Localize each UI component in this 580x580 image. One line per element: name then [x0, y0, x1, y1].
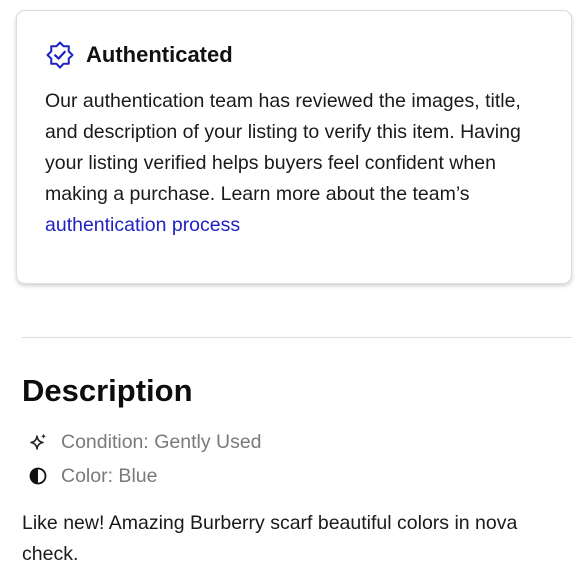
- authentication-header: Authenticated: [45, 39, 233, 71]
- verified-badge-icon: [45, 40, 75, 70]
- authentication-process-link[interactable]: authentication process: [45, 214, 240, 236]
- authentication-card: Authenticated Our authentication team ha…: [16, 10, 572, 284]
- description-heading: Description: [22, 373, 193, 408]
- sparkle-icon: [28, 432, 48, 452]
- half-circle-icon: [28, 466, 48, 486]
- condition-label: Condition: Gently Used: [61, 431, 262, 453]
- section-divider: [22, 337, 572, 338]
- authentication-body-text: Our authentication team has reviewed the…: [45, 90, 521, 205]
- authentication-title: Authenticated: [86, 42, 233, 67]
- color-row: Color: Blue: [28, 463, 157, 489]
- authentication-message: Our authentication team has reviewed the…: [45, 86, 550, 241]
- color-label: Color: Blue: [61, 465, 158, 487]
- condition-row: Condition: Gently Used: [28, 429, 262, 455]
- description-text: Like new! Amazing Burberry scarf beautif…: [22, 512, 518, 565]
